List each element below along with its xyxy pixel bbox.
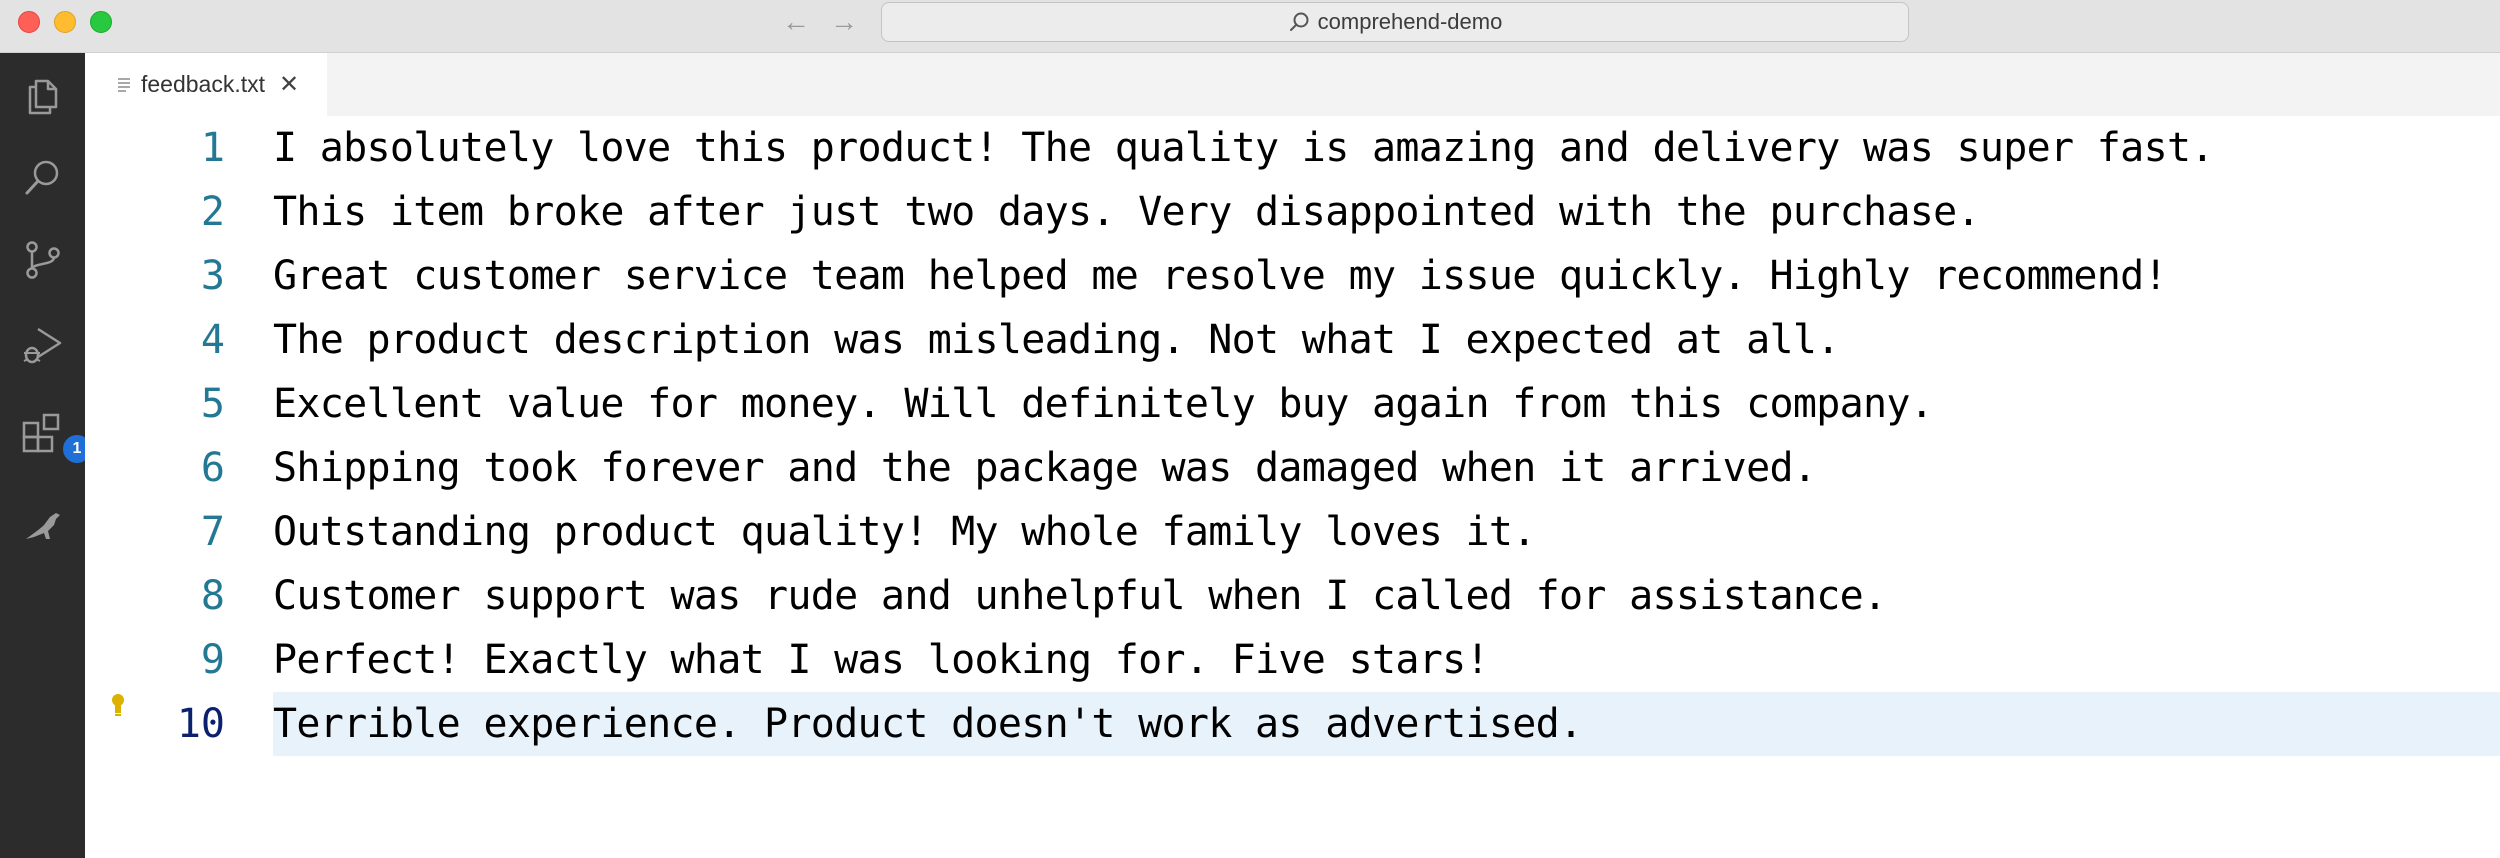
line-text[interactable]: Excellent value for money. Will definite… — [273, 372, 1934, 436]
close-icon[interactable]: ✕ — [279, 72, 299, 97]
line-number: 6 — [200, 445, 225, 491]
close-window-button[interactable] — [18, 11, 40, 33]
editor-line[interactable]: 7 Outstanding product quality! My whole f… — [85, 500, 2500, 564]
line-number: 9 — [200, 637, 225, 683]
maximize-window-button[interactable] — [90, 11, 112, 33]
run-debug-icon[interactable] — [20, 321, 66, 367]
search-icon[interactable] — [20, 155, 66, 201]
files-icon[interactable] — [20, 73, 66, 119]
command-center-search[interactable]: comprehend-demo — [881, 2, 1909, 42]
editor-line[interactable]: 5 Excellent value for money. Will definit… — [85, 372, 2500, 436]
line-text[interactable]: I absolutely love this product! The qual… — [273, 116, 2214, 180]
minimize-window-button[interactable] — [54, 11, 76, 33]
back-arrow-icon[interactable]: ← — [782, 8, 810, 36]
line-text[interactable]: Shipping took forever and the package wa… — [273, 436, 1817, 500]
line-number: 7 — [200, 509, 225, 555]
line-number: 10 — [176, 701, 225, 747]
line-text[interactable]: This item broke after just two days. Ver… — [273, 180, 1981, 244]
title-bar: ← → comprehend-demo — [0, 0, 2500, 53]
line-text[interactable]: The product description was misleading. … — [273, 308, 1840, 372]
forward-arrow-icon[interactable]: → — [830, 8, 858, 36]
source-control-icon[interactable] — [20, 237, 66, 283]
kangaroo-icon[interactable] — [20, 503, 66, 549]
tab-bar: feedback.txt ✕ — [85, 53, 2500, 116]
activity-bar: 1 — [0, 53, 93, 858]
extensions-icon[interactable]: 1 — [20, 411, 93, 465]
line-number: 3 — [200, 253, 225, 299]
editor-line[interactable]: 6 Shipping took forever and the package w… — [85, 436, 2500, 500]
tab-feedback-txt[interactable]: feedback.txt ✕ — [85, 53, 327, 116]
line-text[interactable]: Great customer service team helped me re… — [273, 244, 2168, 308]
line-number: 8 — [200, 573, 225, 619]
line-number: 5 — [200, 381, 225, 427]
line-text[interactable]: Outstanding product quality! My whole fa… — [273, 500, 1536, 564]
editor-line[interactable]: 9 Perfect! Exactly what I was looking for… — [85, 628, 2500, 692]
editor-line[interactable]: 3 Great customer service team helped me r… — [85, 244, 2500, 308]
editor-line[interactable]: 8 Customer support was rude and unhelpful… — [85, 564, 2500, 628]
line-text[interactable]: Terrible experience. Product doesn't wor… — [273, 692, 1583, 756]
search-icon — [1289, 12, 1309, 31]
line-number: 2 — [200, 189, 225, 235]
line-number: 1 — [200, 125, 225, 171]
editor-line[interactable]: 10 Terrible experience. Product doesn't w… — [85, 692, 2500, 756]
editor-line[interactable]: 2 This item broke after just two days. Ve… — [85, 180, 2500, 244]
editor-line[interactable]: 4 The product description was misleading.… — [85, 308, 2500, 372]
line-number: 4 — [200, 317, 225, 363]
line-text[interactable]: Customer support was rude and unhelpful … — [273, 564, 1887, 628]
editor[interactable]: 1 I absolutely love this product! The qua… — [85, 116, 2500, 858]
command-center-label: comprehend-demo — [1317, 9, 1503, 34]
tab-label: feedback.txt — [141, 71, 266, 97]
text-file-icon — [118, 77, 130, 92]
editor-line[interactable]: 1 I absolutely love this product! The qua… — [85, 116, 2500, 180]
line-text[interactable]: Perfect! Exactly what I was looking for.… — [273, 628, 1490, 692]
